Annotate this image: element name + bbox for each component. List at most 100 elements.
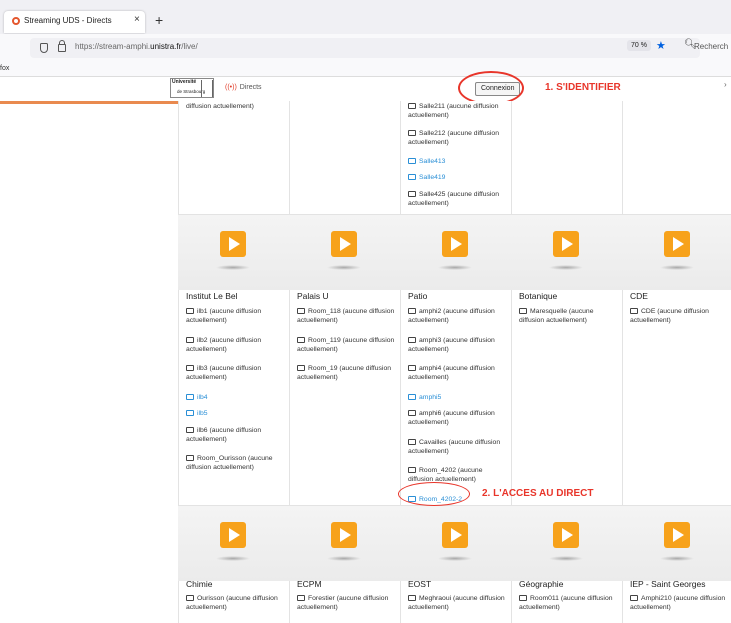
play-icon[interactable] (664, 231, 690, 257)
building-thumbnail[interactable] (511, 215, 622, 290)
play-shadow (660, 556, 694, 561)
room-item[interactable]: ilb2 (aucune diffusion actuellement) (186, 336, 286, 354)
room-item[interactable]: CDE (aucune diffusion actuellement) (630, 307, 730, 325)
monitor-icon (186, 365, 194, 371)
play-icon[interactable] (220, 522, 246, 548)
zoom-level[interactable]: 70 % (627, 40, 651, 51)
play-shadow (327, 556, 361, 561)
building-title: CDE (630, 291, 648, 301)
monitor-icon (186, 595, 194, 601)
play-shadow (216, 556, 250, 561)
building-title: ECPM (297, 579, 322, 589)
building-thumbnail[interactable] (622, 506, 731, 581)
building-thumbnail[interactable] (400, 506, 511, 581)
play-icon[interactable] (553, 522, 579, 548)
monitor-icon (408, 595, 416, 601)
room-item[interactable]: ilb3 (aucune diffusion actuellement) (186, 364, 286, 382)
monitor-icon (186, 410, 194, 416)
building-title: Botanique (519, 291, 558, 301)
room-item[interactable]: Salle425 (aucune diffusion actuellement) (408, 190, 508, 208)
shield-icon[interactable] (40, 43, 48, 53)
room-live-link[interactable]: Salle419 (408, 173, 508, 182)
browser-navbar: https://stream-amphi.unistra.fr/live/ 70… (0, 34, 731, 62)
play-icon[interactable] (553, 231, 579, 257)
monitor-icon (408, 365, 416, 371)
room-live-link[interactable]: ilb4 (186, 393, 286, 402)
site-favicon-icon (12, 17, 20, 25)
room-item[interactable]: Ourisson (aucune diffusion actuellement) (186, 594, 286, 612)
building-thumbnail[interactable] (289, 215, 400, 290)
annotation-step-2: 2. L'ACCES AU DIRECT (482, 488, 594, 499)
play-icon[interactable] (331, 231, 357, 257)
building-title: Palais U (297, 291, 329, 301)
annotation-step-1: 1. S'IDENTIFIER (545, 82, 621, 93)
bookmark-item[interactable]: fox (0, 65, 9, 72)
building-title: EOST (408, 579, 432, 589)
highlight-circle (458, 71, 524, 105)
building-title: IEP - Saint Georges (630, 579, 706, 589)
room-live-link[interactable]: ilb5 (186, 409, 286, 418)
room-item[interactable]: Meghraoui (aucune diffusion actuellement… (408, 594, 508, 612)
room-item[interactable]: amphi2 (aucune diffusion actuellement) (408, 307, 508, 325)
play-icon[interactable] (220, 231, 246, 257)
bookmark-star-icon[interactable]: ★ (656, 39, 666, 52)
site-header: Université de Strasbourg ((•)) Directs Co… (0, 71, 731, 105)
room-item[interactable]: Room_119 (aucune diffusion actuellement) (297, 336, 397, 354)
room-item[interactable]: Room_Ourisson (aucune diffusion actuelle… (186, 454, 286, 472)
broadcast-icon: ((•)) (225, 84, 237, 91)
room-item[interactable]: Salle211 (aucune diffusion actuellement) (408, 102, 508, 120)
close-tab-icon[interactable]: × (134, 14, 140, 25)
more-icon[interactable]: › (724, 80, 727, 89)
play-icon[interactable] (331, 522, 357, 548)
monitor-icon (408, 130, 416, 136)
room-item[interactable]: Forestier (aucune diffusion actuellement… (297, 594, 397, 612)
monitor-icon (408, 393, 416, 400)
play-icon[interactable] (664, 522, 690, 548)
monitor-icon (186, 455, 194, 461)
play-icon[interactable] (442, 522, 468, 548)
building-thumbnail[interactable] (622, 215, 731, 290)
play-shadow (549, 556, 583, 561)
room-item[interactable]: ilb6 (aucune diffusion actuellement) (186, 426, 286, 444)
building-thumbnail[interactable] (511, 506, 622, 581)
room-live-link[interactable]: amphi5 (408, 393, 508, 402)
monitor-icon (408, 103, 416, 109)
room-item[interactable]: Salle212 (aucune diffusion actuellement) (408, 129, 508, 147)
play-shadow (327, 265, 361, 270)
room-item[interactable]: amphi4 (aucune diffusion actuellement) (408, 364, 508, 382)
monitor-icon (408, 438, 416, 445)
room-item[interactable]: Amphi210 (aucune diffusion actuellement) (630, 594, 730, 612)
room-item[interactable]: Room011 (aucune diffusion actuellement) (519, 594, 619, 612)
room-item[interactable]: Room_4202 (aucune diffusion actuellement… (408, 466, 508, 484)
building-thumbnail[interactable] (178, 215, 289, 290)
building-title: Géographie (519, 579, 564, 589)
room-item[interactable]: amphi6 (aucune diffusion actuellement) (408, 409, 508, 427)
play-shadow (549, 265, 583, 270)
room-item[interactable]: amphi3 (aucune diffusion actuellement) (408, 336, 508, 354)
room-item[interactable]: ilb1 (aucune diffusion actuellement) (186, 307, 286, 325)
browser-tab[interactable]: Streaming UDS - Directs × (4, 11, 145, 33)
building-thumbnail[interactable] (289, 506, 400, 581)
new-tab-button[interactable]: + (155, 12, 163, 28)
monitor-icon (519, 308, 527, 314)
play-shadow (438, 265, 472, 270)
monitor-icon (186, 336, 194, 343)
room-item[interactable]: Maresquelle (aucune diffusion actuelleme… (519, 307, 619, 325)
room-live-link[interactable]: Salle413 (408, 157, 508, 166)
room-item[interactable]: Room_118 (aucune diffusion actuellement) (297, 307, 397, 325)
url-text[interactable]: https://stream-amphi.unistra.fr/live/ (75, 42, 198, 51)
university-logo[interactable]: Université de Strasbourg (170, 78, 214, 98)
directs-nav-link[interactable]: ((•)) Directs (225, 84, 262, 91)
search-input[interactable]: Recherch (694, 42, 728, 51)
play-icon[interactable] (442, 231, 468, 257)
monitor-icon (408, 174, 416, 180)
lock-icon[interactable] (58, 40, 66, 52)
building-thumbnail[interactable] (178, 506, 289, 581)
monitor-icon (630, 595, 638, 601)
play-shadow (438, 556, 472, 561)
building-thumbnail[interactable] (400, 215, 511, 290)
monitor-icon (408, 308, 416, 314)
bookmarks-bar: fox (0, 62, 731, 77)
room-item[interactable]: Cavailles (aucune diffusion actuellement… (408, 438, 508, 456)
room-item[interactable]: Room_19 (aucune diffusion actuellement) (297, 364, 397, 382)
